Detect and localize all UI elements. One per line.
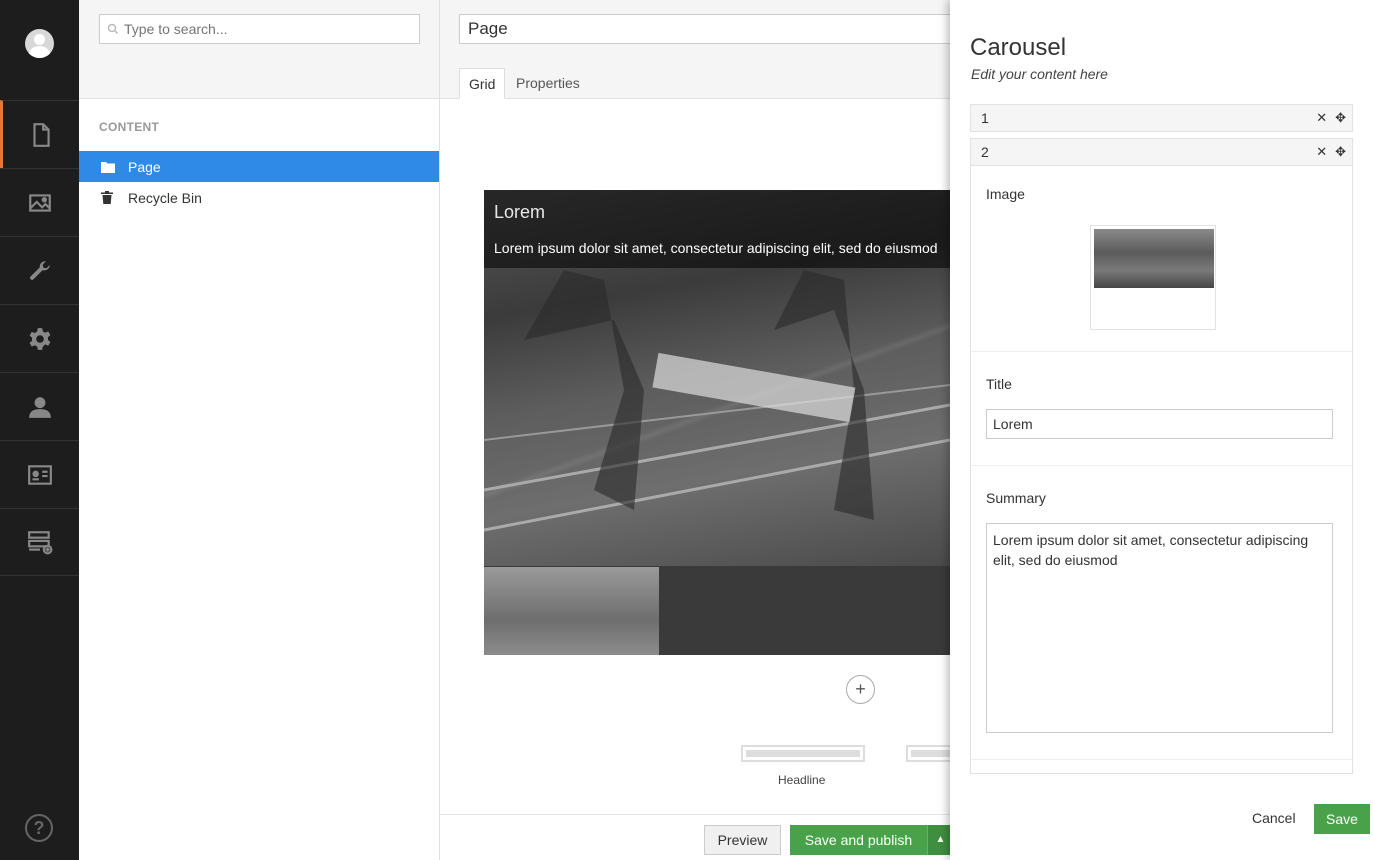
app-sidebar: ? xyxy=(0,0,79,860)
section-settings[interactable] xyxy=(0,236,79,304)
help-icon[interactable]: ? xyxy=(25,814,53,842)
image-picker[interactable] xyxy=(1090,225,1216,330)
tab-grid[interactable]: Grid xyxy=(459,68,506,99)
wrench-icon xyxy=(29,260,50,280)
move-icon[interactable]: ✥ xyxy=(1335,144,1346,159)
preview-button[interactable]: Preview xyxy=(704,825,781,855)
image-label: Image xyxy=(986,186,1025,202)
save-button[interactable]: Save xyxy=(1314,804,1370,834)
folder-icon xyxy=(101,161,115,173)
carousel-item-1[interactable]: 1 ✕ ✥ xyxy=(970,104,1353,132)
cancel-button[interactable]: Cancel xyxy=(1252,810,1296,826)
summary-label: Summary xyxy=(986,490,1046,506)
node-name-input[interactable]: Page xyxy=(459,14,969,44)
carousel-thumbnail[interactable] xyxy=(484,567,659,655)
editor-footer: Preview Save and publish ▲ xyxy=(440,814,953,860)
id-card-icon xyxy=(27,464,52,485)
image-icon xyxy=(28,193,51,212)
tab-properties[interactable]: Properties xyxy=(507,68,589,99)
layout-label: Headline xyxy=(778,773,826,787)
summary-textarea[interactable]: Lorem ipsum dolor sit amet, consectetur … xyxy=(986,523,1333,733)
dialog-subtitle: Edit your content here xyxy=(971,66,1108,82)
section-users[interactable] xyxy=(0,372,79,440)
carousel-item-editor: Image Title Lorem Summary Lorem ipsum do… xyxy=(970,166,1353,774)
layout-preview-headline[interactable] xyxy=(741,745,865,762)
content-tree-panel: CONTENT Page Recycle Bin xyxy=(79,0,440,860)
search-icon xyxy=(107,23,119,35)
move-icon[interactable]: ✥ xyxy=(1335,110,1346,125)
carousel-caption-overlay: Lorem Lorem ipsum dolor sit amet, consec… xyxy=(484,190,950,268)
carousel-preview[interactable]: Lorem Lorem ipsum dolor sit amet, consec… xyxy=(484,190,950,655)
section-members[interactable] xyxy=(0,440,79,508)
section-media[interactable] xyxy=(0,168,79,236)
section-developer[interactable] xyxy=(0,304,79,372)
carousel-title: Lorem xyxy=(494,202,546,222)
content-editor: Page Grid Properties Lorem Lorem ipsum d… xyxy=(440,0,969,860)
dialog-title: Carousel xyxy=(970,34,1067,61)
add-row-button[interactable]: + xyxy=(846,675,875,704)
user-icon xyxy=(28,396,51,418)
tree-header xyxy=(79,0,439,99)
carousel-item-2[interactable]: 2 ✕ ✥ xyxy=(970,138,1353,166)
item-label: 2 xyxy=(981,144,989,160)
close-icon[interactable]: ✕ xyxy=(1316,144,1327,159)
tree-item-label: Recycle Bin xyxy=(128,189,202,206)
title-input[interactable]: Lorem xyxy=(986,409,1333,439)
save-and-publish-button[interactable]: Save and publish xyxy=(790,825,927,855)
document-icon xyxy=(33,122,50,147)
tree-item-label: Page xyxy=(128,158,161,175)
carousel-dialog: Carousel Edit your content here 1 ✕ ✥ 2 ✕… xyxy=(950,0,1373,860)
tree-item-page[interactable]: Page xyxy=(79,151,439,182)
search-input[interactable] xyxy=(99,14,420,44)
trash-icon xyxy=(101,191,115,204)
tree-caption: CONTENT xyxy=(99,120,160,134)
forms-icon xyxy=(27,531,52,555)
close-icon[interactable]: ✕ xyxy=(1316,110,1327,125)
tree-item-recycle-bin[interactable]: Recycle Bin xyxy=(79,182,439,213)
section-forms[interactable] xyxy=(0,508,79,576)
item-label: 1 xyxy=(981,110,989,126)
gear-icon xyxy=(29,327,50,350)
title-label: Title xyxy=(986,376,1012,392)
user-avatar[interactable] xyxy=(25,29,54,58)
editor-header: Page Grid Properties xyxy=(440,0,969,99)
section-content[interactable] xyxy=(0,100,79,168)
carousel-text: Lorem ipsum dolor sit amet, consectetur … xyxy=(494,240,938,256)
image-thumbnail xyxy=(1094,229,1214,288)
